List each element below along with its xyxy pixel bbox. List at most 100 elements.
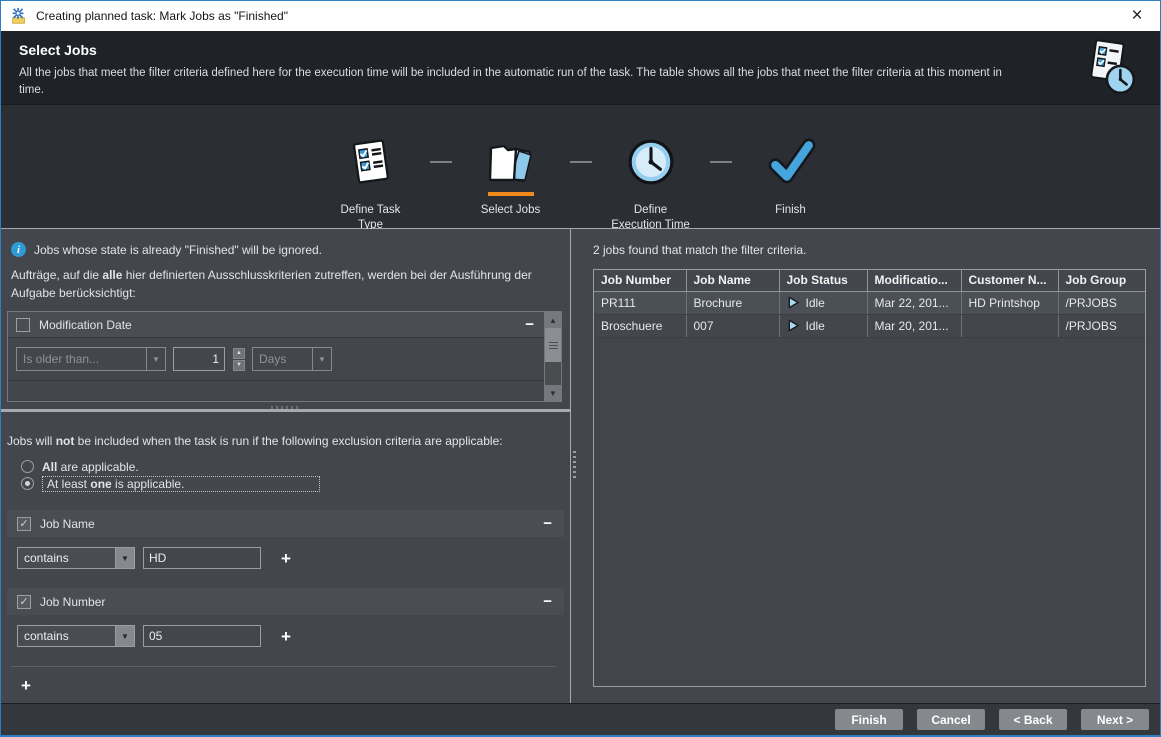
job-number-filter-group: ✓ Job Number − contains ▼ + <box>7 588 564 648</box>
info-icon: i <box>11 242 26 257</box>
wizard-window: Creating planned task: Mark Jobs as "Fin… <box>0 0 1161 737</box>
chevron-down-icon: ▼ <box>115 626 134 646</box>
radio-icon <box>21 477 34 490</box>
window-title: Creating planned task: Mark Jobs as "Fin… <box>36 9 288 23</box>
active-step-indicator <box>488 192 534 196</box>
back-button[interactable]: < Back <box>999 709 1067 730</box>
info-note: Jobs whose state is already "Finished" w… <box>34 243 322 257</box>
step-select-jobs[interactable]: Select Jobs <box>452 135 570 218</box>
results-panel: 2 jobs found that match the filter crite… <box>577 229 1160 703</box>
chevron-down-icon: ▼ <box>146 348 165 370</box>
step-label: Select Jobs <box>468 203 554 218</box>
collapse-button[interactable]: − <box>543 516 552 531</box>
step-indicator <box>768 192 814 196</box>
modification-date-checkbox[interactable] <box>16 318 30 332</box>
spinner-down-icon[interactable]: ▼ <box>233 360 245 371</box>
inclusion-criteria-section: i Jobs whose state is already "Finished"… <box>1 229 570 409</box>
task-list-icon <box>346 136 396 188</box>
step-define-task-type[interactable]: Define Task Type <box>312 135 430 233</box>
finish-button[interactable]: Finish <box>835 709 903 730</box>
folder-icon <box>486 138 536 186</box>
next-button[interactable]: Next > <box>1081 709 1149 730</box>
footer-bar: Finish Cancel < Back Next > <box>1 703 1160 735</box>
status-label: Idle <box>806 296 825 310</box>
exclusion-criteria-section: Jobs will not be included when the task … <box>1 412 570 703</box>
results-summary: 2 jobs found that match the filter crite… <box>593 243 1146 257</box>
date-operator-dropdown[interactable]: Is older than... ▼ <box>16 347 166 371</box>
job-name-header: ✓ Job Name − <box>7 510 564 537</box>
step-connector <box>570 161 592 163</box>
app-icon <box>10 7 28 25</box>
job-number-header: ✓ Job Number − <box>7 588 564 615</box>
date-value-input[interactable] <box>173 347 225 371</box>
scroll-down-button[interactable]: ▼ <box>545 385 561 401</box>
spinner-up-icon[interactable]: ▲ <box>233 348 245 359</box>
horizontal-splitter[interactable] <box>1 409 570 412</box>
job-name-label: Job Name <box>40 517 95 531</box>
job-name-filter-group: ✓ Job Name − contains ▼ + <box>7 510 564 570</box>
scrollbar-track[interactable] <box>545 362 561 385</box>
collapse-button[interactable]: − <box>543 594 552 609</box>
date-unit-dropdown[interactable]: Days ▼ <box>252 347 332 371</box>
table-row[interactable]: Broschuere 007 Idle Mar 20, 201 <box>594 314 1145 337</box>
jobs-table: Job Number Job Name Job Status Modificat… <box>593 269 1146 687</box>
modification-date-header: Modification Date − <box>8 312 544 338</box>
column-modification[interactable]: Modificatio... <box>867 270 961 291</box>
date-value-spinner[interactable]: ▲ ▼ <box>233 348 245 371</box>
splitter-grip-icon <box>573 451 576 479</box>
column-job-number[interactable]: Job Number <box>594 270 686 291</box>
job-name-checkbox[interactable]: ✓ <box>17 517 31 531</box>
divider <box>11 666 556 667</box>
step-finish[interactable]: Finish <box>732 135 850 218</box>
close-icon: × <box>1131 5 1142 27</box>
radio-at-least-one[interactable]: At least one is applicable. <box>21 475 564 492</box>
radio-all-applicable[interactable]: All are applicable. <box>21 458 564 475</box>
table-row[interactable]: PR111 Brochure Idle Mar 22, 201 <box>594 291 1145 314</box>
german-note: Aufträge, auf die alle hier definierten … <box>11 266 551 302</box>
add-filter-button[interactable]: + <box>21 676 31 695</box>
add-condition-button[interactable]: + <box>281 550 291 567</box>
filter-scrollbar: ▲ ▼ <box>544 312 561 401</box>
scrollbar-thumb[interactable] <box>545 328 561 362</box>
table-header-row: Job Number Job Name Job Status Modificat… <box>594 270 1145 291</box>
title-bar: Creating planned task: Mark Jobs as "Fin… <box>1 1 1160 31</box>
column-customer[interactable]: Customer N... <box>961 270 1058 291</box>
page-header: Select Jobs All the jobs that meet the f… <box>1 31 1160 104</box>
step-connector <box>430 161 452 163</box>
cancel-button[interactable]: Cancel <box>917 709 985 730</box>
play-status-icon <box>787 296 800 309</box>
job-number-label: Job Number <box>40 595 105 609</box>
status-label: Idle <box>806 319 825 333</box>
chevron-down-icon: ▼ <box>115 548 134 568</box>
vertical-splitter[interactable] <box>570 229 577 703</box>
play-status-icon <box>787 319 800 332</box>
step-indicator <box>348 192 394 196</box>
filter-panel: i Jobs whose state is already "Finished"… <box>1 229 570 703</box>
scroll-up-button[interactable]: ▲ <box>545 312 561 328</box>
job-name-operator-dropdown[interactable]: contains ▼ <box>17 547 135 569</box>
collapse-button[interactable]: − <box>525 317 534 332</box>
chevron-down-icon: ▼ <box>312 348 331 370</box>
close-button[interactable]: × <box>1114 1 1160 31</box>
page-title: Select Jobs <box>19 42 1060 58</box>
step-connector <box>710 161 732 163</box>
check-icon <box>765 137 817 187</box>
job-name-value-input[interactable] <box>143 547 261 569</box>
job-number-operator-dropdown[interactable]: contains ▼ <box>17 625 135 647</box>
task-schedule-icon <box>1078 39 1140 97</box>
add-condition-button[interactable]: + <box>281 628 291 645</box>
step-define-execution-time[interactable]: Define Execution Time <box>592 135 710 233</box>
job-number-value-input[interactable] <box>143 625 261 647</box>
content-area: i Jobs whose state is already "Finished"… <box>1 228 1160 703</box>
job-number-checkbox[interactable]: ✓ <box>17 595 31 609</box>
column-job-name[interactable]: Job Name <box>686 270 779 291</box>
radio-icon <box>21 460 34 473</box>
wizard-steps: Define Task Type Select Jobs <box>1 104 1160 228</box>
step-label: Finish <box>748 203 834 218</box>
clock-icon <box>626 137 676 187</box>
column-job-status[interactable]: Job Status <box>779 270 867 291</box>
step-indicator <box>628 192 674 196</box>
page-description: All the jobs that meet the filter criter… <box>19 65 1029 98</box>
modification-date-group: Modification Date − Is older than... ▼ ▲ <box>7 311 562 402</box>
column-job-group[interactable]: Job Group <box>1058 270 1145 291</box>
